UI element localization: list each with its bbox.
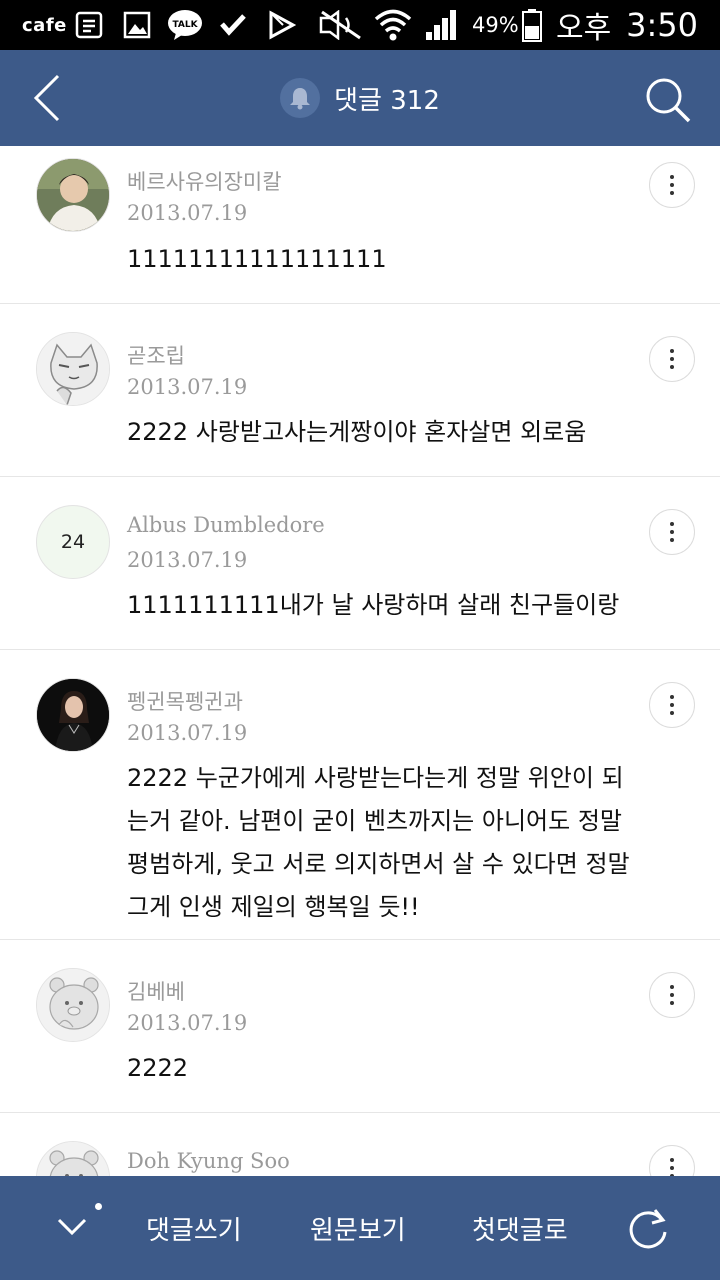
talk-label: TALK (172, 20, 198, 30)
refresh-icon[interactable] (626, 1206, 670, 1250)
comment-author: 펭귄목펭귄과 (127, 690, 243, 714)
more-options-button[interactable] (649, 162, 695, 208)
comment-date: 2013.07.19 (127, 548, 248, 572)
status-bar: cafe TALK 49% 오후 3:50 (0, 0, 720, 50)
new-indicator-dot (95, 1203, 102, 1210)
image-icon (122, 0, 152, 50)
mute-icon (318, 0, 364, 50)
status-ampm: 오후 (556, 11, 612, 46)
comment-author: 곧조립 (127, 344, 185, 368)
page-title: 댓글 312 (0, 50, 720, 146)
comment-text: 2222 (127, 1054, 189, 1082)
more-options-button[interactable] (649, 509, 695, 555)
more-icon (670, 347, 674, 371)
view-original-button[interactable]: 원문보기 (310, 1176, 406, 1280)
wifi-icon (374, 0, 412, 50)
page-title-text: 댓글 312 (334, 85, 440, 116)
more-icon (670, 1156, 674, 1176)
more-options-button[interactable] (649, 972, 695, 1018)
comment-text: 2222 사랑받고사는게짱이야 혼자살면 외로움 (127, 418, 587, 446)
battery-percent: 49% (472, 13, 519, 37)
status-app-label: cafe (22, 14, 67, 36)
comment-author: Doh Kyung Soo (127, 1149, 290, 1173)
comment-text: 1111111111내가 날 사랑하며 살래 친구들이랑 (127, 591, 620, 619)
more-options-button[interactable] (649, 1145, 695, 1176)
avatar[interactable] (36, 1141, 110, 1176)
more-icon (670, 693, 674, 717)
search-icon[interactable] (644, 76, 692, 124)
header-bar: 댓글 312 (0, 50, 720, 146)
comment-item: 베르사유의장미칼 2013.07.19 11111111111111111 (0, 146, 720, 304)
comment-item: 곧조립 2013.07.19 2222 사랑받고사는게짱이야 혼자살면 외로움 (0, 304, 720, 477)
chevron-down-icon[interactable] (56, 1210, 88, 1242)
avatar-label: 24 (60, 531, 86, 553)
avatar[interactable] (36, 332, 110, 406)
comment-item: 김베베 2013.07.19 2222 (0, 940, 720, 1113)
more-options-button[interactable] (649, 682, 695, 728)
comment-item: 24 Albus Dumbledore 2013.07.19 111111111… (0, 477, 720, 650)
comment-text: 2222 누군가에게 사랑받는다는게 정말 위안이 되는거 같아. 남편이 굳이… (127, 764, 630, 921)
comment-item: Doh Kyung Soo (0, 1113, 720, 1176)
comment-author: Albus Dumbledore (127, 513, 325, 537)
talk-icon: TALK (166, 0, 204, 50)
more-icon (670, 520, 674, 544)
more-icon (670, 983, 674, 1007)
signal-icon (424, 0, 460, 50)
bottom-toolbar: 댓글쓰기 원문보기 첫댓글로 (0, 1176, 720, 1280)
avatar[interactable]: 24 (36, 505, 110, 579)
more-options-button[interactable] (649, 336, 695, 382)
first-comment-button[interactable]: 첫댓글로 (472, 1176, 568, 1280)
bell-icon[interactable] (280, 78, 321, 118)
comment-date: 2013.07.19 (127, 201, 248, 225)
comment-author: 베르사유의장미칼 (127, 170, 282, 194)
more-icon (670, 173, 674, 197)
check-icon (218, 0, 248, 50)
comment-text: 11111111111111111 (127, 245, 387, 273)
comment-item: 펭귄목펭귄과 2013.07.19 2222 누군가에게 사랑받는다는게 정말 … (0, 650, 720, 940)
comment-list[interactable]: 베르사유의장미칼 2013.07.19 11111111111111111 곧조… (0, 146, 720, 1176)
avatar[interactable] (36, 158, 110, 232)
avatar[interactable] (36, 678, 110, 752)
comment-author: 김베베 (127, 980, 185, 1004)
comment-date: 2013.07.19 (127, 1011, 248, 1035)
play-store-icon (266, 0, 296, 50)
battery-icon (522, 0, 542, 50)
note-icon (74, 0, 104, 50)
status-time: 3:50 (626, 6, 698, 44)
comment-date: 2013.07.19 (127, 375, 248, 399)
write-comment-button[interactable]: 댓글쓰기 (146, 1176, 242, 1280)
avatar[interactable] (36, 968, 110, 1042)
comment-date: 2013.07.19 (127, 721, 248, 745)
